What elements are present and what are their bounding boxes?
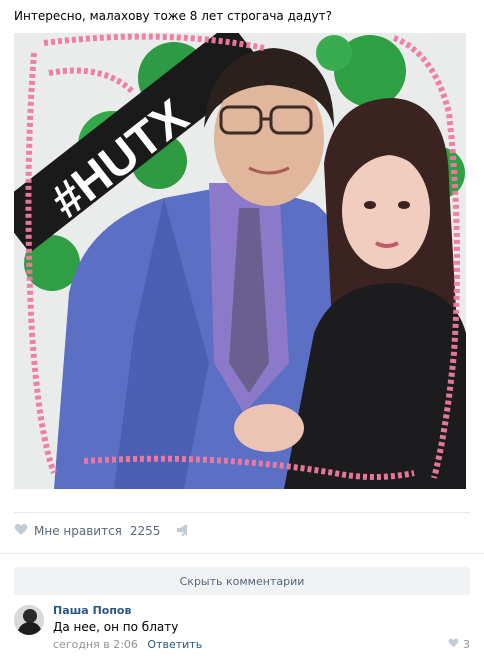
heart-icon <box>14 523 28 539</box>
avatar[interactable] <box>14 605 44 635</box>
comment-time[interactable]: сегодня в 2:06 <box>53 638 138 651</box>
photo-illustration: #HUTX <box>14 33 466 489</box>
divider <box>14 512 470 513</box>
reply-link[interactable]: Ответить <box>147 638 202 651</box>
comment-meta: сегодня в 2:06 Ответить <box>53 638 202 651</box>
post-actions: Мне нравится 2255 <box>14 520 470 542</box>
like-count: 2255 <box>129 524 161 538</box>
comment-text: Да нее, он по блату <box>53 620 179 634</box>
share-button[interactable] <box>176 523 190 539</box>
comment-like-button[interactable]: 3 <box>448 638 470 651</box>
megaphone-icon <box>176 523 190 539</box>
comment-item: Паша Попов Да нее, он по блату сегодня в… <box>14 602 470 654</box>
like-button[interactable]: Мне нравится 2255 <box>14 523 160 539</box>
like-label: Мне нравится <box>34 524 122 538</box>
post-text: Интересно, малахову тоже 8 лет строгача … <box>14 9 332 23</box>
heart-icon <box>448 638 459 651</box>
comment-author[interactable]: Паша Попов <box>53 604 131 617</box>
divider <box>0 553 484 554</box>
comment-like-count: 3 <box>463 638 470 651</box>
hide-comments-button[interactable]: Скрыть комментарии <box>14 567 470 595</box>
post-photo[interactable]: #HUTX <box>14 33 466 489</box>
